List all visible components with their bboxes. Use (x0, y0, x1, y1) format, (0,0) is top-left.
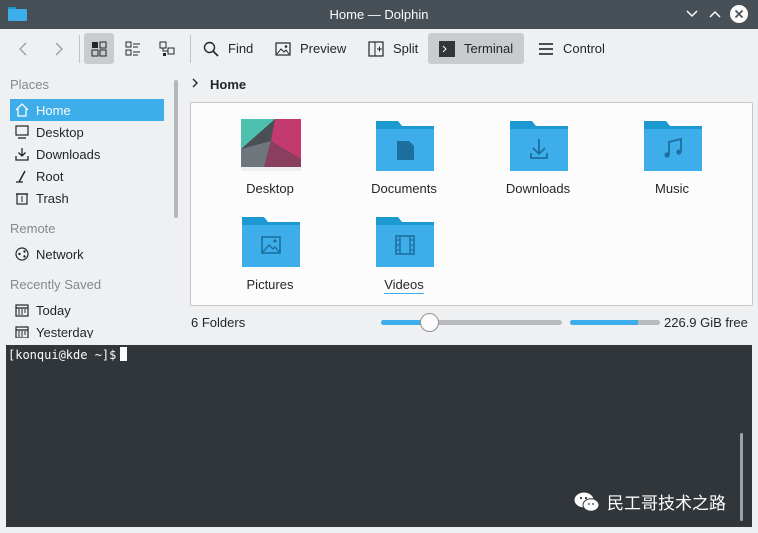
file-item-label: Music (655, 181, 689, 196)
folder-videos-icon (375, 215, 435, 269)
find-label: Find (228, 41, 254, 56)
places-item-trash[interactable]: Trash (10, 187, 164, 209)
terminal-label: Terminal (464, 41, 514, 56)
file-item-downloads[interactable]: Downloads (475, 105, 601, 201)
toolbar-separator (190, 35, 191, 63)
watermark-text: 民工哥技术之路 (607, 494, 726, 514)
file-item-label: Pictures (246, 277, 294, 292)
file-item-label: Downloads (505, 181, 571, 196)
network-icon (14, 246, 30, 262)
places-item-label: Downloads (36, 146, 101, 162)
split-label: Split (393, 41, 419, 56)
terminal-cursor (120, 347, 128, 361)
file-item-music[interactable]: Music (609, 105, 735, 201)
file-item-desktop[interactable]: Desktop (207, 105, 333, 201)
details-view-button[interactable] (152, 33, 182, 64)
watermark: 民工哥技术之路 (573, 489, 726, 514)
terminal-prompt-line: [konqui@kde ~]$ (8, 347, 128, 362)
details-view-icon (158, 40, 176, 58)
file-item-videos[interactable]: Videos (341, 201, 467, 297)
folder-downloads-icon (509, 119, 569, 173)
compact-view-button[interactable] (118, 33, 148, 64)
toolbar-separator (79, 35, 80, 63)
trash-icon (14, 190, 30, 206)
places-scrollbar[interactable] (174, 80, 178, 218)
disk-space-bar (570, 320, 660, 325)
desktop-wallpaper-icon (241, 119, 301, 173)
preview-label: Preview (300, 41, 347, 56)
chevron-left-icon (15, 40, 33, 58)
file-item-documents[interactable]: Documents (341, 105, 467, 201)
places-item-network[interactable]: Network (10, 243, 164, 265)
file-item-label: Videos (341, 277, 467, 294)
places-item-downloads[interactable]: Downloads (10, 143, 164, 165)
control-label: Control (563, 41, 605, 56)
terminal-button[interactable]: Terminal (428, 33, 524, 64)
find-button[interactable]: Find (196, 33, 260, 64)
calendar-icon (14, 324, 30, 338)
root-icon (14, 168, 30, 184)
places-item-label: Root (36, 168, 64, 184)
split-view-icon (367, 40, 385, 58)
chevron-right-icon (49, 40, 67, 58)
file-item-pictures[interactable]: Pictures (207, 201, 333, 297)
file-view[interactable]: Desktop Documents Downloads Music Pictur… (190, 102, 753, 306)
close-icon[interactable] (730, 5, 748, 23)
image-preview-icon (274, 40, 292, 58)
desktop-icon (14, 124, 30, 140)
icons-view-button[interactable] (84, 33, 114, 64)
chevron-right-icon[interactable] (190, 77, 200, 92)
places-item-today[interactable]: Today (10, 299, 164, 321)
split-button[interactable]: Split (361, 33, 423, 64)
minimize-icon[interactable] (683, 5, 701, 23)
places-panel: Places Home Desktop Downloads Root Trash… (0, 68, 180, 338)
main-toolbar: Find Preview Split Terminal Control (0, 29, 758, 68)
places-item-label: Network (36, 246, 84, 262)
recently-saved-header: Recently Saved (10, 277, 102, 292)
zoom-slider[interactable] (381, 320, 562, 325)
hamburger-menu-icon (537, 40, 555, 58)
places-item-label: Home (36, 102, 71, 118)
calendar-icon (14, 302, 30, 318)
places-item-desktop[interactable]: Desktop (10, 121, 164, 143)
places-item-root[interactable]: Root (10, 165, 164, 187)
maximize-icon[interactable] (706, 5, 724, 23)
back-button[interactable] (10, 33, 38, 64)
terminal-icon (438, 40, 456, 58)
folder-music-icon (643, 119, 703, 173)
file-item-label: Documents (371, 181, 437, 196)
window-title: Home — Dolphin (329, 7, 429, 22)
disk-space-fill (570, 320, 638, 325)
file-item-label: Desktop (246, 181, 294, 196)
zoom-slider-handle[interactable] (419, 313, 439, 332)
status-summary: 6 Folders (191, 315, 246, 330)
terminal-scrollbar[interactable] (740, 433, 743, 521)
download-icon (14, 146, 30, 162)
places-item-home[interactable]: Home (10, 99, 164, 121)
free-space-label: 226.9 GiB free (664, 315, 748, 330)
forward-button[interactable] (44, 33, 72, 64)
compact-view-icon (124, 40, 142, 58)
places-item-label: Today (36, 302, 71, 318)
breadcrumb-home[interactable]: Home (210, 77, 246, 92)
folder-documents-icon (375, 119, 435, 173)
terminal-prompt: [konqui@kde ~]$ (8, 348, 117, 362)
places-item-yesterday[interactable]: Yesterday (10, 321, 164, 338)
search-icon (202, 40, 220, 58)
places-item-label: Yesterday (36, 324, 94, 339)
title-bar: Home — Dolphin (0, 0, 758, 29)
places-item-label: Desktop (36, 124, 84, 140)
breadcrumb: Home (190, 74, 246, 94)
places-header: Places (10, 77, 50, 92)
control-button[interactable]: Control (531, 33, 613, 64)
wechat-icon (573, 491, 601, 513)
icons-view-icon (90, 40, 108, 58)
preview-button[interactable]: Preview (268, 33, 354, 64)
folder-pictures-icon (241, 215, 301, 269)
places-item-label: Trash (36, 190, 69, 206)
home-icon (14, 102, 30, 118)
file-item-label-text: Videos (384, 277, 424, 294)
remote-header: Remote (10, 221, 56, 236)
